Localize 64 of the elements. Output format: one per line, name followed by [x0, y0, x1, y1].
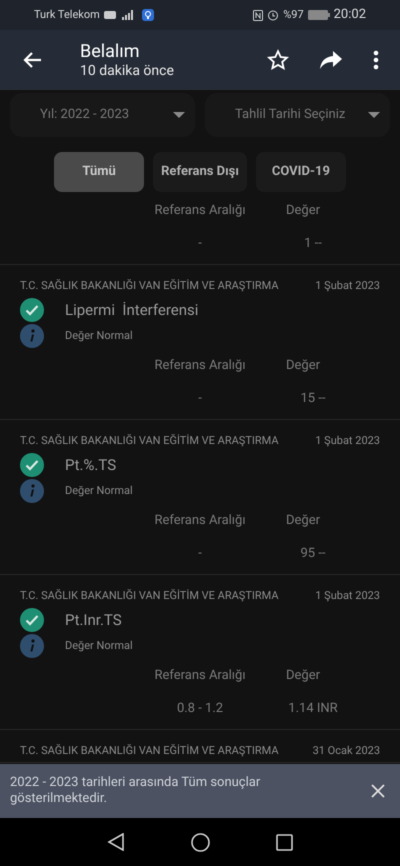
- institution-name: T.C. SAĞLIK BAKANLIĞI VAN EĞİTİM VE ARAŞTIRMA: [20, 742, 279, 759]
- circle-icon: [191, 832, 210, 852]
- close-icon: [371, 784, 385, 798]
- institution-name: T.C. SAĞLIK BAKANLIĞI VAN EĞİTİM VE ARAŞTIRMA: [20, 432, 279, 449]
- dropdown-caret-icon: [368, 112, 380, 118]
- back-arrow-icon: [22, 51, 42, 69]
- alarm-icon: [267, 9, 280, 21]
- institution-name: T.C. SAĞLIK BAKANLIĞI VAN EĞİTİM VE ARAŞTIRMA: [20, 278, 279, 294]
- column-heading: Referans Aralığı: [153, 667, 247, 686]
- favorite-button[interactable]: [266, 48, 290, 72]
- status-text: Değer Normal: [65, 638, 133, 654]
- dropdown[interactable]: Yıl: 2022 - 2023: [10, 93, 195, 137]
- filter-tab[interactable]: Referans Dışı: [153, 152, 247, 192]
- result-date: 31 Ocak 2023: [312, 742, 380, 759]
- result-date: 1 Şubat 2023: [315, 432, 380, 449]
- triangle-icon: [107, 833, 125, 851]
- more-button[interactable]: [372, 48, 380, 72]
- share-arrow-icon: [320, 51, 342, 69]
- reference-range: -: [197, 545, 203, 564]
- snackbar-message: 2022 - 2023 tarihleri arasında Tüm sonuçlar gösterilmektedir.: [10, 775, 262, 807]
- column-heading: Referans Aralığı: [153, 357, 247, 376]
- test-name: Pt.Inr.TS: [65, 610, 122, 631]
- test-name: Lipermi İnterferensi: [65, 300, 198, 321]
- nav-home-button[interactable]: [191, 832, 210, 852]
- dropdown-caret-icon: [173, 112, 185, 118]
- result-value: 95 --: [299, 545, 327, 564]
- status-text: Değer Normal: [65, 328, 133, 344]
- column-heading: Referans Aralığı: [153, 512, 247, 530]
- check-icon: [20, 608, 44, 632]
- dropdown[interactable]: Tahlil Tarihi Seçiniz: [205, 93, 390, 137]
- result-value: 1 --: [303, 235, 323, 254]
- square-icon: [276, 834, 293, 850]
- battery-percent: %97: [283, 6, 304, 23]
- close-button[interactable]: [370, 783, 386, 799]
- check-icon: [20, 453, 44, 477]
- nav-back-button[interactable]: [107, 833, 125, 851]
- nfc-icon: [253, 10, 264, 20]
- check-icon: [20, 298, 44, 322]
- star-icon: [267, 49, 289, 71]
- page-subtitle: 10 dakika önce: [80, 63, 175, 79]
- filter-tab[interactable]: Tümü: [54, 152, 144, 192]
- institution-name: T.C. SAĞLIK BAKANLIĞI VAN EĞİTİM VE ARAŞTIRMA: [20, 588, 279, 604]
- filter-tab[interactable]: COVID-19: [256, 152, 346, 192]
- column-heading: Değer: [285, 357, 322, 376]
- clock-time: 20:02: [334, 6, 366, 24]
- nav-recents-button[interactable]: [276, 834, 293, 850]
- status-text: Değer Normal: [65, 482, 133, 499]
- battery-icon: [308, 10, 330, 20]
- reference-range: -: [197, 390, 203, 408]
- result-value: 1.14 INR: [287, 700, 339, 718]
- bulb-icon: [142, 9, 154, 21]
- result-date: 1 Şubat 2023: [315, 588, 380, 604]
- column-heading: Referans Aralığı: [153, 202, 247, 220]
- test-name: Pt.%.TS: [65, 454, 116, 476]
- column-heading: Değer: [285, 202, 322, 220]
- reference-range: 0.8 - 1.2: [176, 700, 224, 718]
- result-value: 15 --: [299, 390, 327, 408]
- result-date: 1 Şubat 2023: [315, 278, 380, 294]
- reference-range: -: [197, 235, 203, 254]
- page-title: Belalım: [80, 41, 141, 63]
- column-heading: Değer: [285, 512, 322, 530]
- carrier-name: Turk Telekom: [34, 6, 100, 23]
- column-heading: Değer: [285, 667, 322, 686]
- more-icon: [373, 50, 379, 70]
